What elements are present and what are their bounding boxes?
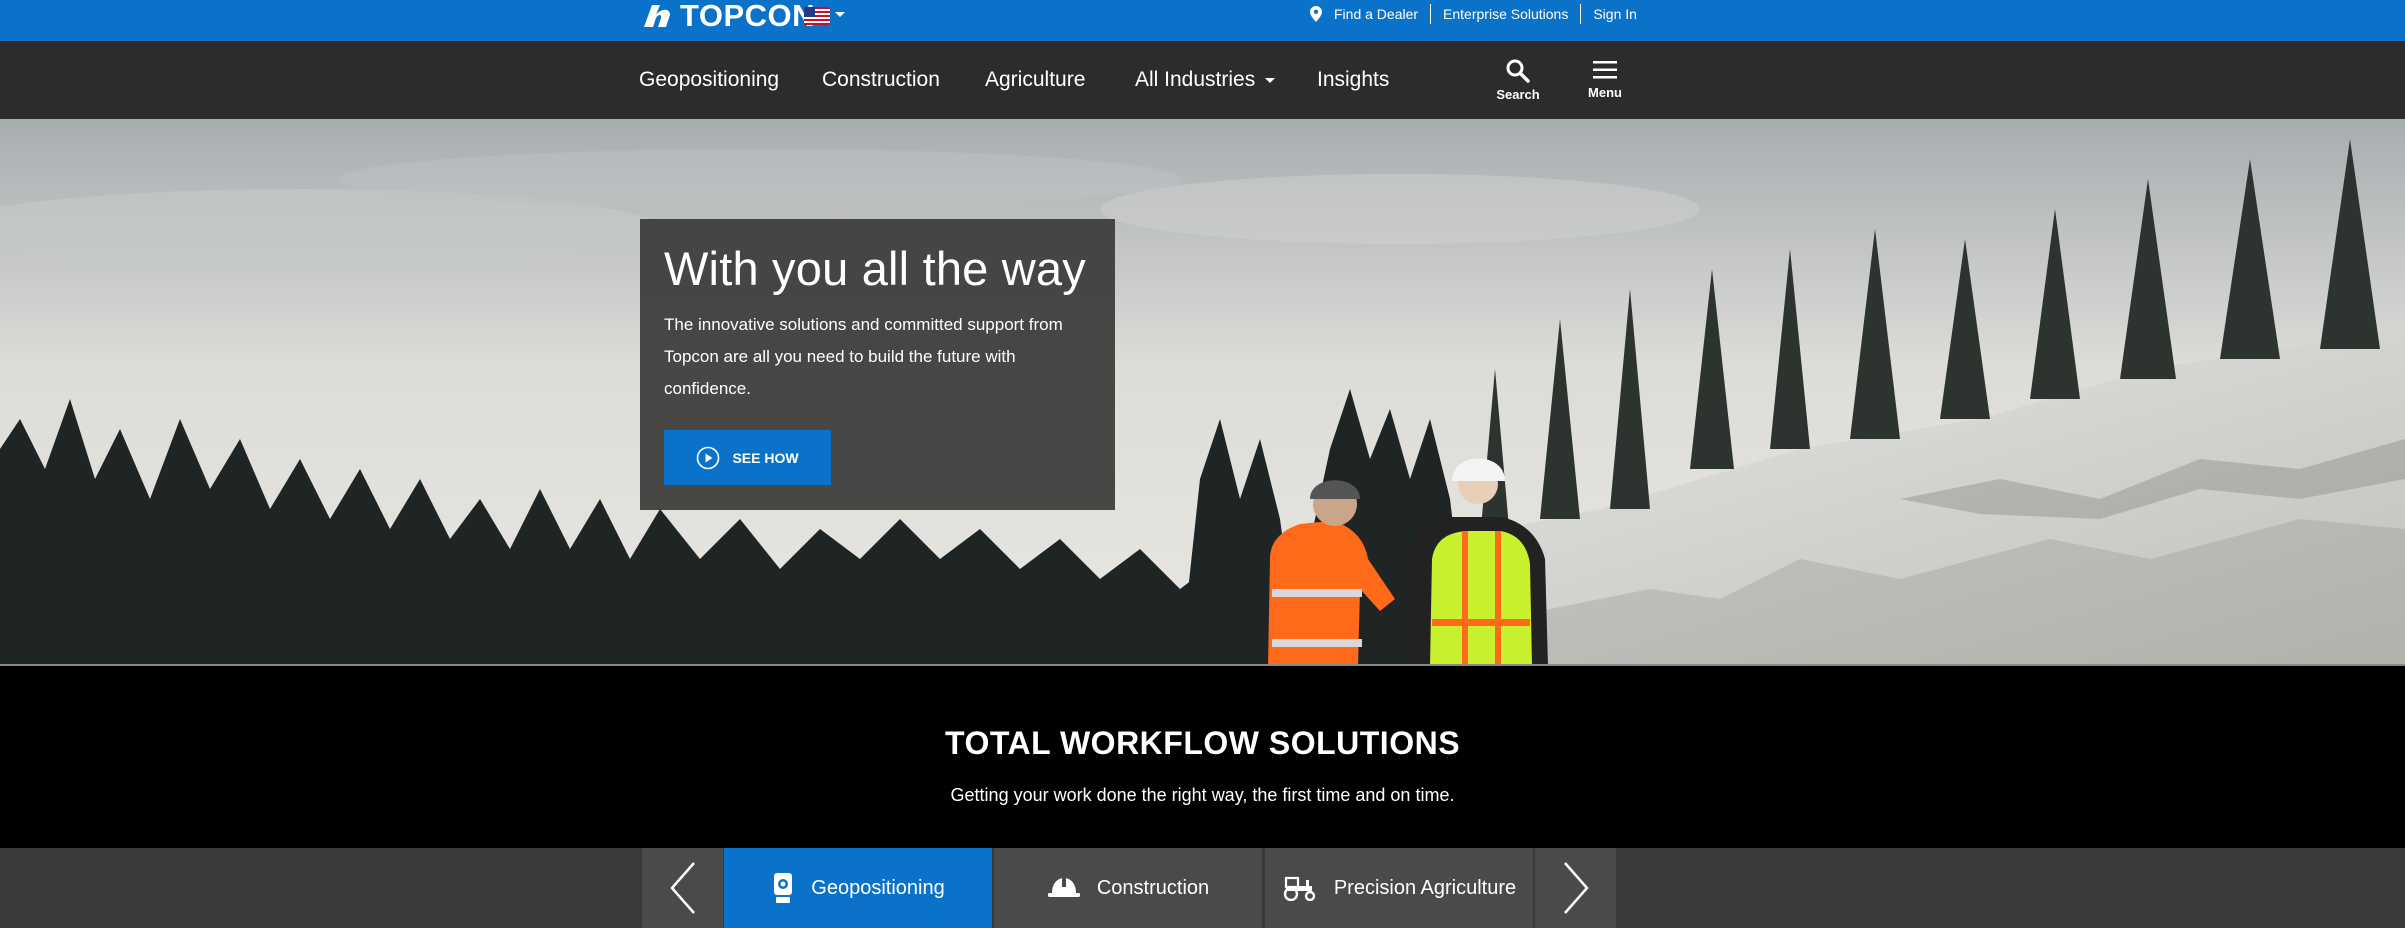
menu-button[interactable]: Menu — [1575, 59, 1635, 100]
hamburger-menu-icon — [1593, 61, 1617, 79]
search-icon — [1506, 59, 1530, 83]
tab-precision-agriculture-label: Precision Agriculture — [1333, 876, 1517, 899]
tab-geopositioning-label: Geopositioning — [811, 876, 945, 899]
hero-title: With you all the way — [664, 242, 1086, 295]
hero-divider — [0, 664, 2405, 666]
menu-label: Menu — [1588, 85, 1622, 100]
see-how-label: SEE HOW — [732, 449, 799, 466]
nav-agriculture[interactable]: Agriculture — [985, 68, 1085, 92]
tab-construction[interactable]: Construction — [994, 848, 1262, 928]
tab-precision-agriculture[interactable]: Precision Agriculture — [1265, 848, 1533, 928]
chevron-right-icon — [1563, 862, 1589, 914]
enterprise-solutions-label: Enterprise Solutions — [1443, 6, 1569, 22]
sign-in-label: Sign In — [1593, 6, 1637, 22]
hard-hat-icon — [1047, 877, 1080, 897]
chevron-down-icon — [1265, 77, 1276, 83]
workflow-solutions-section: TOTAL WORKFLOW SOLUTIONS Getting your wo… — [0, 667, 2405, 848]
solutions-title: TOTAL WORKFLOW SOLUTIONS — [944, 725, 1461, 761]
total-station-icon — [774, 873, 793, 903]
nav-all-industries-label: All Industries — [1135, 68, 1256, 91]
hero-card: With you all the way The innovative solu… — [640, 219, 1115, 510]
find-dealer-link[interactable]: Find a Dealer — [1310, 4, 1430, 24]
us-flag-icon[interactable] — [804, 7, 830, 25]
utility-links: Find a Dealer Enterprise Solutions Sign … — [1310, 0, 1649, 28]
tractor-icon — [1283, 876, 1316, 901]
topcon-logo-icon — [644, 5, 670, 27]
hero-banner — [0, 119, 2405, 666]
search-button[interactable]: Search — [1488, 59, 1548, 102]
enterprise-solutions-link[interactable]: Enterprise Solutions — [1430, 4, 1580, 24]
chevron-left-icon — [669, 862, 695, 914]
topcon-logo[interactable]: TOPCON — [640, 0, 816, 33]
next-arrow-button[interactable] — [1535, 848, 1616, 928]
nav-insights[interactable]: Insights — [1317, 68, 1389, 92]
solutions-subtitle: Getting your work done the right way, th… — [950, 785, 1455, 805]
solutions-tab-bar: Geopositioning Construction Precision Ag… — [0, 848, 2405, 928]
find-dealer-label: Find a Dealer — [1334, 6, 1419, 22]
tab-construction-label: Construction — [1096, 876, 1210, 899]
see-how-button[interactable]: SEE HOW — [664, 430, 831, 485]
region-dropdown-caret-icon[interactable] — [835, 12, 845, 17]
nav-geopositioning[interactable]: Geopositioning — [639, 68, 779, 92]
previous-arrow-button[interactable] — [642, 848, 723, 928]
search-label: Search — [1496, 87, 1540, 102]
map-pin-icon — [1310, 6, 1322, 22]
sign-in-link[interactable]: Sign In — [1580, 4, 1649, 24]
nav-all-industries[interactable]: All Industries — [1135, 68, 1276, 92]
nav-construction[interactable]: Construction — [822, 68, 940, 92]
logo-text: TOPCON — [680, 0, 816, 33]
utility-bar: TOPCON Find a Dealer Enterprise Solution… — [0, 0, 2405, 41]
tab-geopositioning[interactable]: Geopositioning — [724, 848, 992, 928]
hero-background-image — [0, 119, 2405, 666]
hero-text: The innovative solutions and committed s… — [664, 315, 1063, 398]
play-circle-icon — [697, 446, 720, 469]
main-nav: Geopositioning Construction Agriculture … — [0, 41, 2405, 119]
